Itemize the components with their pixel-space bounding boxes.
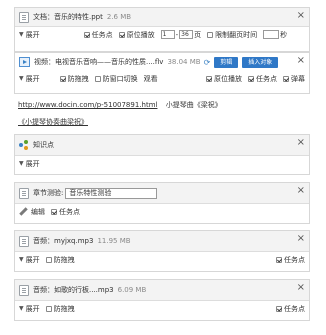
document-file-icon: [19, 11, 29, 23]
anti-drag-checkbox[interactable]: [45, 305, 52, 312]
page-from-input[interactable]: 1: [160, 30, 175, 39]
anti-drag-checkbox[interactable]: [59, 75, 66, 82]
knowledge-point-title: 知识点: [33, 141, 54, 149]
close-icon[interactable]: ×: [297, 56, 305, 66]
audio-1-options: ▼ 展开 防拖拽 任务点: [15, 252, 309, 267]
audio-panel-1-header: 音频：myjxq.mp3 11.95 MB ×: [15, 231, 309, 252]
danmu-checkbox[interactable]: [283, 75, 289, 82]
document-panel-header: 文档：音乐的特性.ppt 2.6 MB ×: [15, 8, 309, 27]
chapter-quiz-options: 编辑 任务点: [15, 204, 309, 219]
expand-arrow-icon: ▼: [19, 75, 24, 82]
task-point-label: 任务点: [284, 255, 305, 264]
task-point-label: 任务点: [284, 304, 305, 313]
original-play-checkbox[interactable]: [206, 75, 212, 82]
page-to-input[interactable]: 36: [179, 30, 194, 39]
task-point-checkbox[interactable]: [276, 256, 282, 263]
video-right-options: 原位播放 任务点 弹幕: [206, 74, 305, 84]
seconds-input[interactable]: [263, 30, 280, 39]
chapter-quiz-panel: 章节测验: 音乐特性测验 × 编辑 任务点: [14, 182, 310, 224]
audio-panel-2-header: 音频：如歌的行板....mp3 6.09 MB ×: [15, 280, 309, 301]
knowledge-point-options: ▼ 展开: [15, 156, 309, 171]
task-point-checkbox[interactable]: [276, 305, 282, 312]
audio-1-title: 音频：myjxq.mp3: [33, 237, 94, 245]
video-size: 38.04 MB: [167, 58, 201, 66]
knowledge-point-icon: [19, 140, 29, 150]
document-options-row: ▼ 展开 任务点 原位播放 1 - 36 页 限制翻页时间 秒: [19, 30, 288, 40]
expand-link[interactable]: 展开: [26, 255, 40, 265]
chapter-quiz-header: 章节测验: 音乐特性测验 ×: [15, 183, 309, 204]
resource-link-line: http://www.docin.com/p-51007891.html 小提琴…: [18, 100, 222, 110]
video-options-row: ▼ 展开 防拖拽 防窗口切换 观看 原位播放 任务点 弹幕: [15, 71, 309, 86]
original-play-checkbox[interactable]: [118, 31, 125, 38]
docin-link[interactable]: http://www.docin.com/p-51007891.html: [18, 101, 157, 109]
refresh-icon[interactable]: ⟳: [204, 58, 211, 67]
link-label: 小提琴曲《梁祝》: [165, 101, 222, 109]
task-point-checkbox[interactable]: [51, 208, 57, 215]
document-size: 2.6 MB: [106, 13, 132, 21]
task-point-checkbox[interactable]: [248, 75, 254, 82]
limit-view-label: 限制翻页时间: [215, 30, 258, 39]
audio-2-right-options: 任务点: [276, 304, 305, 314]
knowledge-point-panel: 知识点 × ▼ 展开: [14, 134, 310, 175]
anti-switch-label: 防窗口切换: [102, 74, 138, 83]
close-icon[interactable]: ×: [297, 234, 305, 244]
expand-arrow-icon: ▼: [19, 305, 24, 312]
expand-link[interactable]: 展开: [26, 304, 40, 314]
original-play-label: 原位播放: [126, 30, 155, 39]
anti-drag-label: 防拖拽: [53, 304, 75, 313]
watch-label: 观看: [143, 74, 158, 83]
video-panel-header: 视频：电视音乐音响——音乐的性质....flv 38.04 MB ⟳ 剪辑 插入…: [15, 53, 309, 71]
task-point-checkbox[interactable]: [83, 31, 90, 38]
original-play-label: 原位播放: [214, 74, 242, 83]
page-unit: 页: [194, 30, 202, 39]
document-title: 文档：音乐的特性.ppt: [33, 13, 103, 21]
video-title: 视频：电视音乐音响——音乐的性质....flv: [34, 58, 164, 66]
quiz-icon: [19, 187, 29, 199]
video-icon: [19, 57, 30, 67]
audio-2-options: ▼ 展开 防拖拽 任务点: [15, 301, 309, 316]
edit-pencil-icon: [19, 207, 28, 216]
expand-link[interactable]: 展开: [26, 74, 40, 84]
audio-1-right-options: 任务点: [276, 255, 305, 265]
anti-drag-label: 防拖拽: [67, 74, 89, 83]
audio-file-icon: [19, 284, 29, 296]
expand-link[interactable]: 展开: [26, 159, 40, 169]
audio-2-title: 音频：如歌的行板....mp3: [33, 286, 114, 294]
video-panel: 视频：电视音乐音响——音乐的性质....flv 38.04 MB ⟳ 剪辑 插入…: [14, 52, 310, 94]
audio-panel-1: 音频：myjxq.mp3 11.95 MB × ▼ 展开 防拖拽 任务点: [14, 230, 310, 272]
insert-object-button[interactable]: 插入对象: [242, 56, 279, 68]
task-point-label: 任务点: [256, 74, 277, 83]
close-icon[interactable]: ×: [297, 283, 305, 293]
expand-arrow-icon: ▼: [19, 256, 24, 263]
chapter-quiz-title: 章节测验:: [33, 189, 64, 197]
document-panel: 文档：音乐的特性.ppt 2.6 MB × ▼ 展开 任务点 原位播放 1 - …: [14, 7, 310, 52]
anti-drag-label: 防拖拽: [53, 255, 75, 264]
expand-arrow-icon: ▼: [19, 160, 24, 167]
limit-view-checkbox[interactable]: [207, 31, 214, 38]
close-icon[interactable]: ×: [297, 186, 305, 196]
audio-2-size: 6.09 MB: [117, 286, 147, 294]
expand-link[interactable]: 展开: [26, 30, 40, 40]
audio-panel-2: 音频：如歌的行板....mp3 6.09 MB × ▼ 展开 防拖拽 任务点: [14, 279, 310, 321]
task-point-label: 任务点: [91, 30, 113, 39]
close-icon[interactable]: ×: [297, 138, 305, 148]
task-point-label: 任务点: [59, 207, 80, 216]
audio-file-icon: [19, 235, 29, 247]
knowledge-point-header: 知识点 ×: [15, 135, 309, 156]
anti-drag-checkbox[interactable]: [45, 256, 52, 263]
edit-link[interactable]: 编辑: [31, 207, 45, 217]
danmu-label: 弹幕: [291, 74, 305, 83]
seconds-unit: 秒: [280, 30, 288, 39]
expand-arrow-icon: ▼: [19, 31, 24, 38]
audio-1-size: 11.95 MB: [97, 237, 131, 245]
anti-switch-checkbox[interactable]: [94, 75, 101, 82]
close-icon[interactable]: ×: [297, 11, 305, 21]
edit-clip-button[interactable]: 剪辑: [214, 56, 239, 68]
resource-link-line-2: 《小提琴协奏曲梁祝》: [18, 117, 88, 127]
quiz-name-input[interactable]: 音乐特性测验: [65, 187, 158, 199]
violin-concerto-link[interactable]: 《小提琴协奏曲梁祝》: [18, 118, 88, 126]
